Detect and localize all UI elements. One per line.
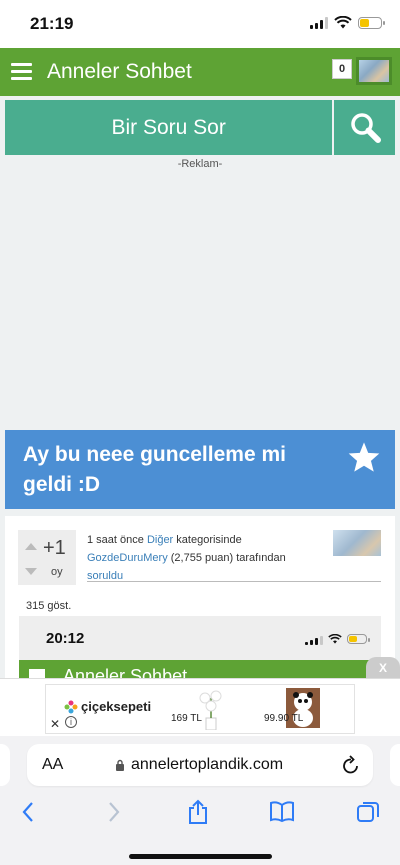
author-avatar[interactable] <box>333 530 381 556</box>
embedded-status-icons <box>305 633 370 645</box>
signal-icon <box>310 16 328 29</box>
ad-brand-name: çiçeksepeti <box>81 699 152 714</box>
status-bar: 21:19 <box>0 0 400 48</box>
forward-button[interactable] <box>100 798 128 826</box>
vote-unit: oy <box>51 566 63 578</box>
battery-icon <box>358 16 385 29</box>
vote-box: +1 oy <box>18 530 76 585</box>
view-count: 315 göst. <box>26 600 72 612</box>
chevron-right-icon <box>109 802 120 822</box>
url-text: annelertoplandik.com <box>131 756 284 773</box>
ad-brand: çiçeksepeti <box>64 699 151 714</box>
ad-banner: çiçeksepeti 169 TL 99.90 TL ✕ i <box>0 678 400 736</box>
status-time: 21:19 <box>30 14 74 33</box>
ad-close-button[interactable]: X <box>366 657 400 678</box>
site-title[interactable]: Anneler Sohbet <box>47 60 192 84</box>
share-icon <box>189 799 207 824</box>
back-button[interactable] <box>14 798 42 826</box>
browser-toolbar: AA annelertoplandik.com <box>0 736 400 865</box>
chevron-left-icon <box>22 802 33 822</box>
divider <box>87 581 381 582</box>
embedded-wifi-icon <box>328 634 342 644</box>
address-bar[interactable]: AA annelertoplandik.com <box>27 744 373 786</box>
downvote-icon[interactable] <box>25 568 37 575</box>
flower-logo-icon <box>64 700 78 713</box>
ask-question-bar: Bir Soru Sor <box>5 100 395 155</box>
author-link[interactable]: GozdeDuruMery <box>87 552 168 564</box>
next-tab-edge[interactable] <box>390 744 400 786</box>
category-suffix: kategorisinde <box>176 534 242 546</box>
ad-info-icon[interactable]: i <box>65 716 77 728</box>
share-button[interactable] <box>184 798 212 826</box>
url-display[interactable]: annelertoplandik.com <box>115 756 283 774</box>
book-icon <box>270 801 294 823</box>
user-avatar[interactable] <box>356 57 392 85</box>
author-suffix: tarafından <box>236 552 286 564</box>
home-indicator <box>129 854 272 859</box>
reload-icon[interactable] <box>341 754 361 776</box>
embedded-signal-icon <box>305 633 323 645</box>
embedded-battery-icon <box>347 634 370 644</box>
favorite-star-icon[interactable] <box>347 441 381 473</box>
ask-question-button[interactable]: Bir Soru Sor <box>5 100 333 155</box>
search-button[interactable] <box>334 100 395 155</box>
lock-icon <box>116 759 124 771</box>
tabs-icon <box>357 802 379 822</box>
embedded-time: 20:12 <box>46 630 85 647</box>
site-header: Anneler Sohbet 0 <box>0 48 400 96</box>
question-title-panel: Ay bu neee guncelleme mi geldi :D <box>5 430 395 509</box>
author-points: (2,755 puan) <box>170 552 234 564</box>
vote-count: +1 <box>43 537 66 559</box>
ad-label: -Reklam- <box>177 158 223 170</box>
status-icons <box>310 16 385 29</box>
notification-count[interactable]: 0 <box>332 59 352 79</box>
menu-icon[interactable] <box>11 63 32 80</box>
wifi-icon <box>334 16 352 29</box>
upvote-icon[interactable] <box>25 543 37 550</box>
question-body: +1 oy 1 saat önce Diğer kategorisinde Go… <box>5 516 395 686</box>
prev-tab-edge[interactable] <box>0 744 10 786</box>
ad-content[interactable]: çiçeksepeti 169 TL 99.90 TL ✕ i <box>45 684 355 734</box>
search-icon <box>350 112 381 143</box>
question-meta: 1 saat önce Diğer kategorisinde GozdeDur… <box>87 531 327 585</box>
question-title: Ay bu neee guncelleme mi geldi :D <box>23 443 286 496</box>
ad-dismiss-icon[interactable]: ✕ <box>50 717 60 731</box>
embedded-screenshot[interactable]: 20:12 Anneler Sohbet <box>19 616 381 686</box>
ad-price-2: 99.90 TL <box>264 713 304 724</box>
time-ago: 1 saat önce <box>87 534 144 546</box>
orchid-image <box>199 690 222 730</box>
category-link[interactable]: Diğer <box>147 534 173 546</box>
tabs-button[interactable] <box>354 798 382 826</box>
bookmarks-button[interactable] <box>268 798 296 826</box>
text-size-button[interactable]: AA <box>42 756 63 774</box>
